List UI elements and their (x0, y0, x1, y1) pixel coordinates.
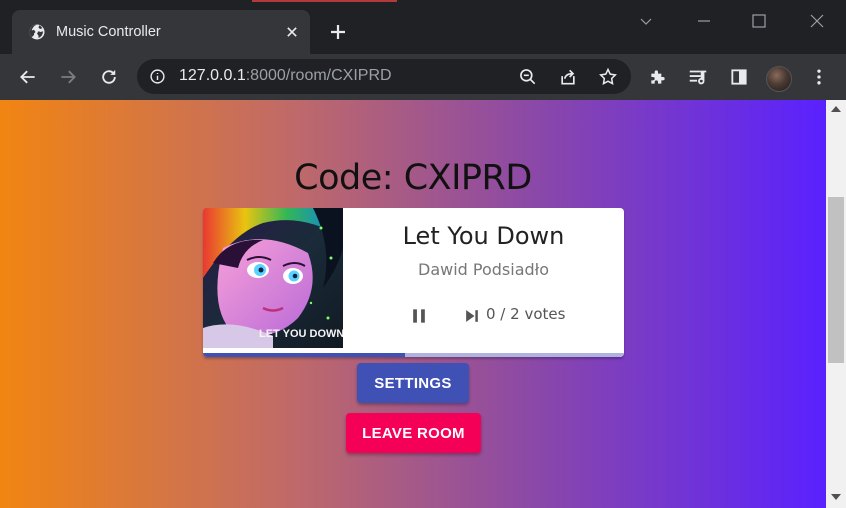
globe-icon (28, 23, 46, 41)
page-viewport: Code: CXIPRD LET YOU DOWN Let You Down D… (0, 100, 826, 508)
skip-votes-count: 0 / 2 votes (486, 305, 566, 323)
song-progress-fill (203, 353, 406, 357)
minimize-icon[interactable] (684, 6, 724, 36)
maximize-icon[interactable] (739, 6, 779, 36)
browser-tab-strip: Music Controller (0, 0, 846, 54)
reload-icon[interactable] (97, 65, 121, 89)
browser-toolbar: 127.0.0.1:8000/room/CXIPRD (0, 54, 846, 100)
browser-tab[interactable]: Music Controller (12, 10, 310, 54)
scroll-up-arrow-icon[interactable] (831, 106, 841, 112)
song-progress-bar (203, 353, 624, 357)
tab-title: Music Controller (56, 24, 161, 40)
queue-music-icon[interactable] (686, 65, 710, 89)
side-panel-icon[interactable] (727, 65, 751, 89)
leave-room-button[interactable]: LEAVE ROOM (346, 413, 481, 453)
close-icon[interactable] (282, 22, 302, 42)
page-scrollbar[interactable] (826, 100, 846, 508)
skip-next-icon[interactable] (459, 303, 485, 329)
url-host: 127.0.0.1 (179, 67, 246, 84)
scrollbar-thumb[interactable] (828, 197, 844, 363)
avatar[interactable] (766, 66, 792, 92)
album-caption: LET YOU DOWN (259, 328, 343, 340)
address-bar[interactable]: 127.0.0.1:8000/room/CXIPRD (137, 59, 631, 94)
tab-strip-accent (252, 0, 397, 2)
arrow-left-icon[interactable] (16, 65, 40, 89)
puzzle-icon[interactable] (646, 65, 670, 89)
song-artist: Dawid Podsiadło (418, 260, 549, 279)
window-close-icon[interactable] (797, 6, 837, 36)
zoom-out-icon[interactable] (517, 66, 539, 88)
plus-icon[interactable] (326, 20, 350, 44)
album-cover-image: LET YOU DOWN (203, 208, 343, 348)
share-icon[interactable] (557, 66, 579, 88)
music-player-card: LET YOU DOWN Let You Down Dawid Podsiadł… (203, 208, 624, 357)
star-icon[interactable] (597, 66, 619, 88)
room-code-title: Code: CXIPRD (294, 158, 532, 198)
arrow-right-icon[interactable] (56, 65, 80, 89)
kebab-menu-icon[interactable] (807, 65, 831, 89)
settings-button[interactable]: SETTINGS (357, 363, 469, 403)
url-path: :8000/room/CXIPRD (245, 67, 392, 84)
chevron-down-icon[interactable] (626, 6, 666, 36)
scroll-down-arrow-icon[interactable] (831, 494, 841, 500)
pause-icon[interactable] (406, 303, 432, 329)
info-icon[interactable] (149, 68, 166, 85)
song-title: Let You Down (402, 222, 565, 250)
url-text[interactable]: 127.0.0.1:8000/room/CXIPRD (179, 67, 392, 85)
